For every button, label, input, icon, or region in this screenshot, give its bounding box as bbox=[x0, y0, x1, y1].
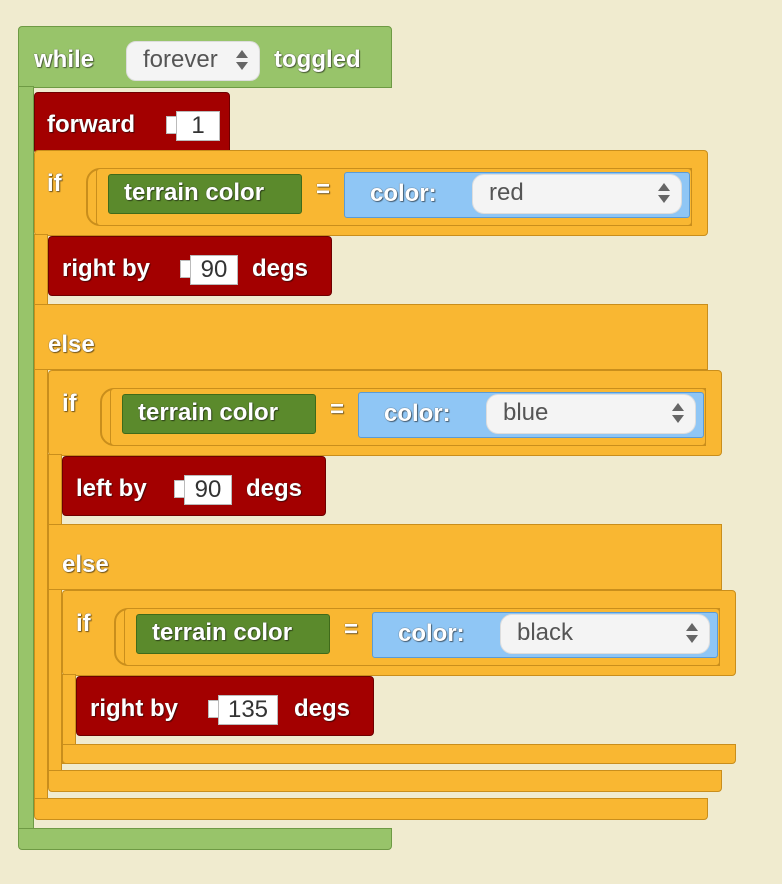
if1-color-value: red bbox=[489, 179, 524, 206]
if3-footer[interactable] bbox=[62, 744, 736, 764]
while-loop-footer[interactable] bbox=[18, 828, 392, 850]
if2-equals-sign: = bbox=[330, 396, 345, 423]
if2-footer[interactable] bbox=[48, 770, 722, 792]
if2-else-bar[interactable] bbox=[48, 524, 722, 590]
updown-arrows-icon bbox=[236, 50, 248, 70]
forward-distance-input[interactable]: 1 bbox=[176, 111, 220, 141]
if1-angle-input[interactable]: 90 bbox=[190, 255, 238, 285]
if3-terrain-color-label: terrain color bbox=[152, 619, 293, 646]
if1-else-bar[interactable] bbox=[34, 304, 708, 370]
if1-angle-tab bbox=[180, 260, 190, 278]
while-loop-spine[interactable] bbox=[18, 86, 34, 830]
updown-arrows-icon bbox=[672, 403, 684, 423]
while-mode-value: forever bbox=[143, 46, 218, 73]
if1-else-label: else bbox=[48, 331, 95, 358]
if1-color-label: color: bbox=[370, 180, 437, 207]
while-mode-dropdown[interactable]: forever bbox=[126, 41, 260, 81]
if1-if-label: if bbox=[47, 170, 62, 197]
if2-left-by-label: left by bbox=[76, 475, 147, 502]
if1-right-by-label: right by bbox=[62, 255, 150, 282]
if2-color-value: blue bbox=[503, 399, 549, 426]
if1-unit-label: degs bbox=[252, 255, 309, 282]
forward-label: forward bbox=[47, 111, 136, 138]
if1-equals-sign: = bbox=[316, 176, 331, 203]
if2-angle-tab bbox=[174, 480, 184, 498]
while-label: while bbox=[34, 46, 95, 73]
if2-unit-label: degs bbox=[246, 475, 303, 502]
if2-spine[interactable] bbox=[48, 454, 62, 788]
if3-color-value: black bbox=[517, 619, 574, 646]
updown-arrows-icon bbox=[658, 183, 670, 203]
updown-arrows-icon bbox=[686, 623, 698, 643]
if3-angle-input[interactable]: 135 bbox=[218, 695, 278, 725]
if3-if-label: if bbox=[76, 610, 91, 637]
if2-color-label: color: bbox=[384, 400, 451, 427]
if2-color-dropdown[interactable]: blue bbox=[486, 394, 696, 434]
if2-if-label: if bbox=[62, 390, 77, 417]
if3-color-dropdown[interactable]: black bbox=[500, 614, 710, 654]
if3-color-label: color: bbox=[398, 620, 465, 647]
if2-else-label: else bbox=[62, 551, 109, 578]
while-suffix: toggled bbox=[274, 46, 361, 73]
if1-color-dropdown[interactable]: red bbox=[472, 174, 682, 214]
if3-unit-label: degs bbox=[294, 695, 351, 722]
if3-equals-sign: = bbox=[344, 616, 359, 643]
if2-terrain-color-label: terrain color bbox=[138, 399, 279, 426]
forward-input-tab bbox=[166, 116, 176, 134]
if3-angle-tab bbox=[208, 700, 218, 718]
if3-right-by-label: right by bbox=[90, 695, 178, 722]
if2-angle-input[interactable]: 90 bbox=[184, 475, 232, 505]
if1-footer[interactable] bbox=[34, 798, 708, 820]
if1-terrain-color-label: terrain color bbox=[124, 179, 265, 206]
